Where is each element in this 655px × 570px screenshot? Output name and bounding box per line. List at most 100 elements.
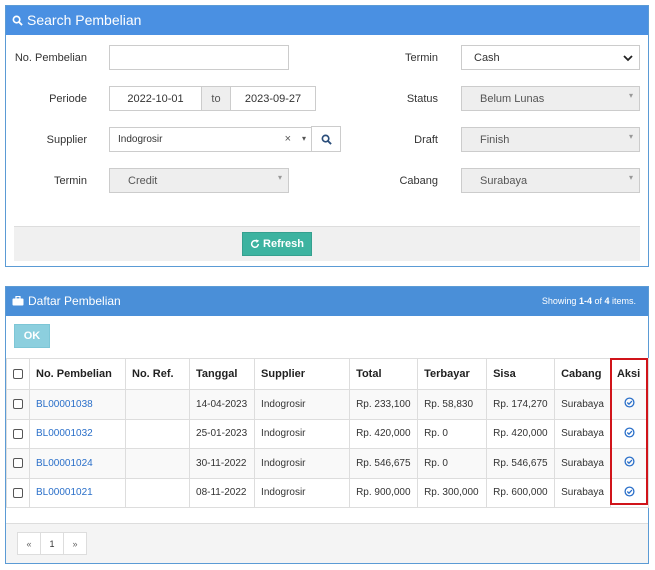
chevron-down-icon[interactable]: ▾ (302, 134, 306, 143)
table-footer: « 1 » (6, 523, 648, 563)
search-icon (12, 15, 23, 26)
col-sisa[interactable]: Sisa (486, 358, 556, 390)
col-terbayar[interactable]: Terbayar (417, 358, 488, 390)
cell-tanggal: 30-11-2022 (189, 448, 256, 479)
cell-total: Rp. 546,675 (349, 448, 419, 479)
search-panel: Search Pembelian No. Pembelian Periode 2… (5, 5, 649, 267)
supplier-clear-icon[interactable]: × (285, 133, 291, 145)
cell-terbayar: Rp. 58,830 (417, 389, 488, 420)
list-panel: Daftar Pembelian Showing 1-4 of 4 items.… (5, 286, 650, 564)
termin-left-label: Termin (53, 175, 87, 187)
cabang-value: Surabaya (480, 174, 528, 187)
draft-select[interactable]: Finish ▾ (461, 127, 640, 152)
cell-no-ref (125, 389, 191, 420)
pembelian-table: No. Pembelian No. Ref. Tanggal Supplier … (6, 358, 650, 508)
termin-left-value: Credit (128, 174, 158, 187)
supplier-label: Supplier (46, 134, 87, 146)
pager-page-1[interactable]: 1 (40, 532, 64, 555)
col-total[interactable]: Total (349, 358, 419, 390)
cell-tanggal: 25-01-2023 (189, 418, 256, 449)
table-header-row: No. Pembelian No. Ref. Tanggal Supplier … (6, 358, 650, 390)
status-select[interactable]: Belum Lunas ▾ (461, 86, 640, 111)
periode-label: Periode (49, 93, 87, 105)
refresh-label: Refresh (263, 238, 304, 250)
cell-supplier: Indogrosir (254, 477, 351, 508)
supplier-search-button[interactable] (311, 126, 341, 152)
check-circle-icon[interactable] (624, 397, 635, 408)
periode-to-input[interactable]: 2023-09-27 (230, 86, 316, 111)
cell-tanggal: 08-11-2022 (189, 477, 256, 508)
row-checkbox[interactable] (13, 487, 23, 498)
search-panel-title: Search Pembelian (12, 12, 141, 28)
periode-from-input[interactable]: 2022-10-01 (109, 86, 202, 111)
col-no-pembelian[interactable]: No. Pembelian (28, 358, 127, 390)
supplier-select[interactable]: Indogrosir × ▾ (109, 127, 312, 152)
list-panel-title-text: Daftar Pembelian (28, 294, 121, 308)
row-checkbox[interactable] (13, 428, 23, 439)
ok-button[interactable]: OK (14, 324, 50, 348)
search-panel-header: Search Pembelian (6, 6, 648, 35)
check-circle-icon[interactable] (624, 486, 635, 497)
check-circle-icon[interactable] (624, 427, 635, 438)
chevron-down-icon: ▾ (277, 173, 282, 182)
chevron-down-icon: ▾ (628, 132, 633, 141)
termin-right-value: Cash (474, 51, 500, 64)
col-aksi: Aksi (609, 358, 650, 390)
cell-total: Rp. 900,000 (349, 477, 419, 508)
search-icon (321, 134, 332, 145)
row-checkbox[interactable] (13, 458, 23, 469)
termin-right-select[interactable]: Cash (461, 45, 640, 70)
cell-tanggal: 14-04-2023 (189, 389, 256, 420)
cell-cabang: Surabaya (554, 477, 611, 508)
list-panel-title: Daftar Pembelian (12, 294, 121, 308)
periode-to-addon: to (201, 86, 231, 111)
table-row: BL00001032 25-01-2023 Indogrosir Rp. 420,00… (6, 418, 650, 449)
refresh-button[interactable]: Refresh (242, 232, 312, 256)
col-tanggal[interactable]: Tanggal (189, 358, 256, 390)
select-all-checkbox[interactable] (13, 369, 23, 380)
cell-sisa: Rp. 546,675 (486, 448, 556, 479)
list-panel-header: Daftar Pembelian Showing 1-4 of 4 items. (6, 287, 648, 316)
cell-no-pembelian[interactable]: BL00001038 (28, 389, 127, 420)
cell-no-ref (125, 477, 191, 508)
cell-cabang: Surabaya (554, 418, 611, 449)
cell-supplier: Indogrosir (254, 418, 351, 449)
chevron-down-icon (623, 55, 633, 62)
cell-cabang: Surabaya (554, 389, 611, 420)
termin-left-select[interactable]: Credit ▾ (109, 168, 289, 193)
cell-total: Rp. 420,000 (349, 418, 419, 449)
table-row: BL00001038 14-04-2023 Indogrosir Rp. 233,10… (6, 389, 650, 420)
summary-prefix: Showing (541, 296, 579, 306)
cabang-select[interactable]: Surabaya ▾ (461, 168, 640, 193)
aksi-cell (609, 448, 650, 479)
cell-no-pembelian[interactable]: BL00001021 (28, 477, 127, 508)
no-pembelian-input[interactable] (109, 45, 289, 70)
row-checkbox-cell (6, 418, 30, 449)
col-supplier[interactable]: Supplier (254, 358, 351, 390)
table-row: BL00001021 08-11-2022 Indogrosir Rp. 900,00… (6, 477, 650, 508)
cell-cabang: Surabaya (554, 448, 611, 479)
check-circle-icon[interactable] (624, 456, 635, 467)
row-checkbox[interactable] (13, 399, 23, 410)
row-checkbox-cell (6, 389, 30, 420)
chevron-down-icon: ▾ (628, 173, 633, 182)
row-checkbox-cell (6, 477, 30, 508)
cell-total: Rp. 233,100 (349, 389, 419, 420)
cell-terbayar: Rp. 300,000 (417, 477, 488, 508)
aksi-cell (609, 389, 650, 420)
pager-prev[interactable]: « (17, 532, 41, 555)
cell-no-pembelian[interactable]: BL00001032 (28, 418, 127, 449)
cell-supplier: Indogrosir (254, 448, 351, 479)
cell-sisa: Rp. 420,000 (486, 418, 556, 449)
search-panel-title-text: Search Pembelian (27, 12, 142, 28)
refresh-icon (250, 239, 260, 248)
chevron-down-icon: ▾ (628, 91, 633, 100)
cell-sisa: Rp. 174,270 (486, 389, 556, 420)
select-all-checkbox-cell (6, 358, 30, 390)
cell-no-pembelian[interactable]: BL00001024 (28, 448, 127, 479)
pager-next[interactable]: » (63, 532, 87, 555)
col-cabang[interactable]: Cabang (554, 358, 611, 390)
aksi-cell (609, 418, 650, 449)
col-no-ref[interactable]: No. Ref. (125, 358, 191, 390)
cell-terbayar: Rp. 0 (417, 418, 488, 449)
